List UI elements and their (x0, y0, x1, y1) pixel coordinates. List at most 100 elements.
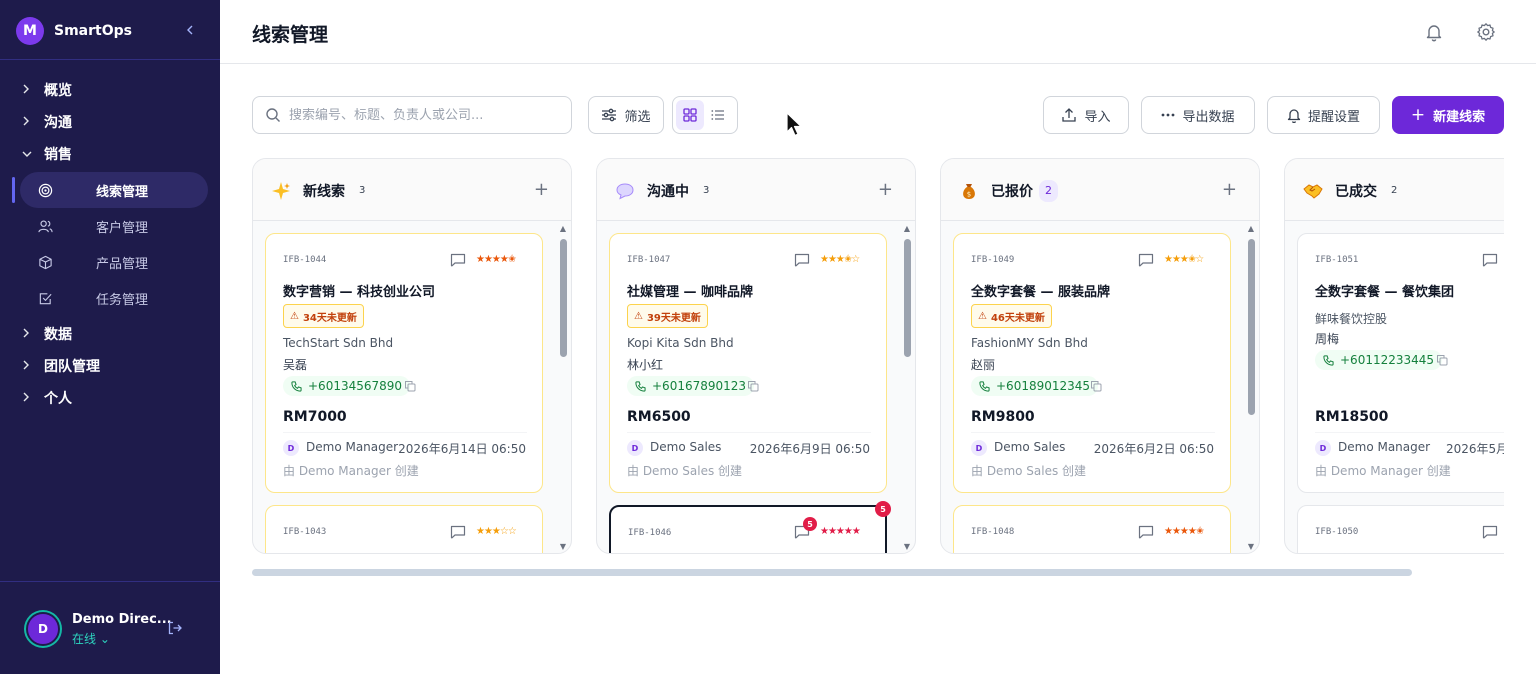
nav-group-sales[interactable]: 销售 (0, 138, 220, 170)
column-header: 已成交 2 (1285, 159, 1504, 221)
lead-card[interactable]: IFB-1043 ★★★☆☆ (265, 505, 543, 553)
lead-card[interactable]: IFB-1047 ★★★✬☆ 社媒管理 — 咖啡品牌 ⚠ 39天未更新 Kopi … (609, 233, 887, 493)
logout-icon[interactable] (167, 620, 183, 636)
chevron-down-icon (22, 148, 34, 161)
nav-group-label: 沟通 (44, 115, 72, 131)
copy-icon[interactable] (1436, 354, 1448, 366)
search-input[interactable] (289, 107, 559, 123)
scroll-up-arrow-icon[interactable]: ▲ (559, 225, 567, 233)
scroll-up-arrow-icon[interactable]: ▲ (903, 225, 911, 233)
nav-group-personal[interactable]: 个人 (0, 382, 220, 414)
phone-link[interactable]: +60167890123 (627, 376, 755, 396)
search-icon (266, 108, 280, 122)
lead-card[interactable]: IFB-1049 ★★★✬☆ 全数字套餐 — 服装品牌 ⚠ 46天未更新 Fash… (953, 233, 1231, 493)
brand[interactable]: M SmartOps (16, 17, 132, 45)
nav-group-overview[interactable]: 概览 (0, 74, 220, 106)
contact-name: 林小红 (627, 358, 664, 372)
nav-group-data[interactable]: 数据 (0, 318, 220, 350)
column-count: 3 (359, 185, 366, 196)
add-card-plus-icon[interactable]: + (534, 179, 549, 200)
stale-warning-badge: ⚠ 46天未更新 (971, 304, 1052, 328)
lead-card[interactable]: IFB-1050 (1297, 505, 1504, 553)
deal-amount: RM7000 (283, 409, 347, 425)
sidebar-item-tasks[interactable]: 任务管理 (20, 280, 208, 316)
message-icon[interactable] (1138, 253, 1154, 267)
reminder-settings-button[interactable]: 提醒设置 (1267, 96, 1380, 134)
warning-icon: ⚠ (634, 310, 643, 322)
column-header: 新线索 3 + (253, 159, 571, 221)
bell-icon[interactable] (1422, 20, 1446, 44)
message-icon[interactable] (450, 253, 466, 267)
card-divider (627, 432, 871, 433)
copy-icon[interactable] (747, 380, 759, 392)
lead-id: IFB-1051 (1315, 255, 1359, 265)
scroll-down-arrow-icon[interactable]: ▼ (1247, 543, 1255, 551)
lead-card[interactable]: IFB-1044 ★★★★✬ 数字营销 — 科技创业公司 ⚠ 34天未更新 Tec… (265, 233, 543, 493)
phone-icon (979, 380, 990, 392)
scroll-down-arrow-icon[interactable]: ▼ (903, 543, 911, 551)
chevron-right-icon (22, 392, 34, 405)
column-scrollbar[interactable]: ▲ ▼ (559, 225, 567, 551)
user-profile[interactable]: D Demo Direc... 在线 ⌄ (24, 610, 204, 648)
grid-view-icon[interactable] (676, 100, 704, 130)
new-lead-button[interactable]: + 新建线索 (1392, 96, 1504, 134)
add-card-plus-icon[interactable]: + (1222, 179, 1237, 200)
search-box[interactable] (252, 96, 572, 134)
created-by: 由 Demo Sales 创建 (971, 464, 1087, 478)
collapse-sidebar-chevron-left-icon[interactable] (182, 20, 198, 40)
scroll-thumb[interactable] (560, 239, 567, 357)
chevron-right-icon (22, 360, 34, 373)
message-icon[interactable] (1138, 525, 1154, 539)
nav-group-label: 概览 (44, 83, 72, 99)
owner-name: Demo Manager (306, 440, 399, 454)
users-icon (37, 218, 53, 234)
page-title: 线索管理 (252, 24, 329, 46)
copy-icon[interactable] (404, 380, 416, 392)
user-status[interactable]: 在线 ⌄ (72, 630, 110, 647)
export-button[interactable]: 导出数据 (1141, 96, 1255, 134)
filter-button[interactable]: 筛选 (588, 96, 664, 134)
card-notification-badge: 5 (875, 501, 891, 517)
phone-link[interactable]: +60112233445 (1315, 350, 1443, 370)
message-icon[interactable] (450, 525, 466, 539)
lead-date: 2026年6月14日 06:50 (398, 442, 526, 456)
message-icon[interactable] (1482, 253, 1498, 267)
lead-title: 全数字套餐 — 服装品牌 (971, 285, 1111, 300)
column-scrollbar[interactable]: ▲ ▼ (1247, 225, 1255, 551)
sidebar-item-customers[interactable]: 客户管理 (20, 208, 208, 244)
sidebar-item-leads[interactable]: 线索管理 (20, 172, 208, 208)
scroll-thumb[interactable] (904, 239, 911, 357)
lead-card[interactable]: IFB-1046 5 ★★★★★ (609, 505, 887, 553)
lead-card[interactable]: IFB-1051 全数字套餐 — 餐饮集团 鲜味餐饮控股 周梅 +6011223… (1297, 233, 1504, 493)
phone-link[interactable]: +60134567890 (283, 376, 411, 396)
import-button[interactable]: 导入 (1043, 96, 1129, 134)
board-horizontal-scrollbar[interactable] (252, 569, 1412, 576)
list-view-icon[interactable] (704, 100, 732, 130)
phone-link[interactable]: +60189012345 (971, 376, 1099, 396)
scroll-thumb[interactable] (1248, 239, 1255, 415)
sidebar-item-products[interactable]: 产品管理 (20, 244, 208, 280)
lead-title: 全数字套餐 — 餐饮集团 (1315, 285, 1455, 300)
warning-icon: ⚠ (290, 310, 299, 322)
message-icon[interactable] (1482, 525, 1498, 539)
owner-avatar: D (971, 440, 987, 456)
scroll-up-arrow-icon[interactable]: ▲ (1247, 225, 1255, 233)
column-scrollbar[interactable]: ▲ ▼ (903, 225, 911, 551)
column-count: 3 (703, 185, 710, 196)
copy-icon[interactable] (1090, 380, 1102, 392)
lead-card[interactable]: IFB-1048 ★★★★✬ (953, 505, 1231, 553)
column-header: 沟通中 3 + (597, 159, 915, 221)
rating-stars: ★★★✬☆ (1164, 254, 1204, 265)
handshake-icon (1303, 184, 1323, 199)
column-quoted: $ 已报价 2 + IFB-1049 ★★★✬☆ 全数字套餐 — 服装品牌 ⚠ 4… (940, 158, 1260, 554)
add-card-plus-icon[interactable]: + (878, 179, 893, 200)
message-icon[interactable] (794, 253, 810, 267)
lead-title: 社媒管理 — 咖啡品牌 (627, 285, 754, 300)
scroll-down-arrow-icon[interactable]: ▼ (559, 543, 567, 551)
gear-icon[interactable] (1474, 20, 1498, 44)
contact-name: 吴磊 (283, 358, 308, 372)
speech-bubble-icon (616, 183, 634, 200)
nav-group-team[interactable]: 团队管理 (0, 350, 220, 382)
card-divider (971, 432, 1215, 433)
nav-group-communication[interactable]: 沟通 (0, 106, 220, 138)
